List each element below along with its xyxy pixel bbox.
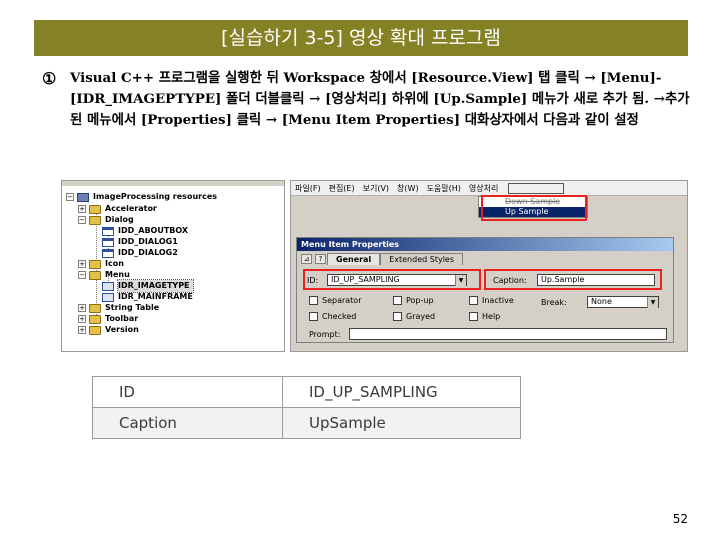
slide-title: [실습하기 3-5] 영상 확대 프로그램 xyxy=(34,20,688,56)
folder-icon xyxy=(89,314,101,324)
grayed-checkbox[interactable] xyxy=(393,312,402,321)
resources-icon xyxy=(77,192,89,202)
menu-help[interactable]: 도움말(H) xyxy=(423,181,465,195)
prompt-label: Prompt: xyxy=(309,329,341,339)
menu-editor-panel: 파일(F) 편집(E) 보기(V) 창(W) 도움말(H) 영상처리 Down … xyxy=(290,180,688,352)
menu-resource-icon xyxy=(102,281,114,291)
expand-icon[interactable]: + xyxy=(78,205,86,213)
checked-checkbox[interactable] xyxy=(309,312,318,321)
check-separator[interactable]: Separator xyxy=(309,296,362,305)
folder-icon xyxy=(89,325,101,335)
dialog-resource-icon xyxy=(102,237,114,247)
menu-edit[interactable]: 편집(E) xyxy=(325,181,359,195)
highlight-caption-field xyxy=(484,269,662,290)
prompt-row: Prompt: xyxy=(309,328,669,340)
tree-item-label: IDD_DIALOG2 xyxy=(118,248,178,257)
tree-root[interactable]: − ImageProcessing resources xyxy=(66,191,217,203)
table-row: Caption UpSample xyxy=(92,407,521,439)
break-select[interactable]: None ▼ xyxy=(587,296,659,308)
menu-window[interactable]: 창(W) xyxy=(393,181,423,195)
dialog-resource-icon xyxy=(102,226,114,236)
check-popup[interactable]: Pop-up xyxy=(393,296,434,305)
folder-icon xyxy=(89,204,101,214)
separator-label: Separator xyxy=(322,296,362,305)
dialog-resource-icon xyxy=(102,248,114,258)
inactive-checkbox[interactable] xyxy=(469,296,478,305)
break-value: None xyxy=(591,297,612,306)
menu-image-processing[interactable]: 영상처리 xyxy=(465,181,502,195)
setting-key: ID xyxy=(92,376,283,408)
expand-icon[interactable]: + xyxy=(78,304,86,312)
dialog-tool-buttons: ⊿ ? xyxy=(301,254,326,264)
tab-extended-styles[interactable]: Extended Styles xyxy=(380,253,464,265)
menu-file[interactable]: 파일(F) xyxy=(291,181,325,195)
folder-icon xyxy=(89,215,101,225)
grayed-label: Grayed xyxy=(406,312,436,321)
expand-icon[interactable]: + xyxy=(78,326,86,334)
step-number: ① xyxy=(42,69,57,88)
setting-key: Caption xyxy=(92,407,283,439)
separator-checkbox[interactable] xyxy=(309,296,318,305)
chevron-down-icon[interactable]: ▼ xyxy=(647,297,658,308)
collapse-icon[interactable]: − xyxy=(78,271,86,279)
tree-root-label: ImageProcessing resources xyxy=(93,192,218,201)
new-menu-placeholder[interactable] xyxy=(508,183,565,194)
instruction-block: ① Visual C++ 프로그램을 실행한 뒤 Workspace 창에서 [… xyxy=(42,68,692,131)
check-checked[interactable]: Checked xyxy=(309,312,356,321)
setting-value: ID_UP_SAMPLING xyxy=(282,376,521,408)
highlight-id-field xyxy=(303,269,481,290)
check-help[interactable]: Help xyxy=(469,312,500,321)
break-row: Break: None ▼ xyxy=(541,296,659,308)
collapse-icon[interactable]: − xyxy=(66,193,74,201)
resource-tree-panel: − ImageProcessing resources + Accelerato… xyxy=(61,180,285,352)
expand-icon[interactable]: + xyxy=(78,315,86,323)
highlight-new-menu-item xyxy=(481,195,587,221)
expand-icon[interactable]: + xyxy=(78,260,86,268)
inactive-label: Inactive xyxy=(482,296,514,305)
menu-editor-menubar: 파일(F) 편집(E) 보기(V) 창(W) 도움말(H) 영상처리 xyxy=(291,181,687,196)
popup-checkbox[interactable] xyxy=(393,296,402,305)
pin-icon[interactable]: ⊿ xyxy=(301,254,312,264)
check-grayed[interactable]: Grayed xyxy=(393,312,435,321)
menu-resource-icon xyxy=(102,292,114,302)
prompt-input[interactable] xyxy=(349,328,667,340)
popup-label: Pop-up xyxy=(406,296,434,305)
property-tabs: General Extended Styles xyxy=(327,253,464,265)
menu-view[interactable]: 보기(V) xyxy=(359,181,393,195)
settings-table: ID ID_UP_SAMPLING Caption UpSample xyxy=(92,376,521,439)
help-icon[interactable]: ? xyxy=(315,254,326,264)
folder-icon xyxy=(89,303,101,313)
tree-item-label: Version xyxy=(105,325,139,334)
table-row: ID ID_UP_SAMPLING xyxy=(92,376,521,408)
break-label: Break: xyxy=(541,297,567,307)
tab-general[interactable]: General xyxy=(327,253,381,265)
help-label: Help xyxy=(482,312,501,321)
checked-label: Checked xyxy=(322,312,357,321)
menu-item-properties-dialog: Menu Item Properties ⊿ ? General Extende… xyxy=(296,237,674,343)
help-checkbox[interactable] xyxy=(469,312,478,321)
tree-item-version[interactable]: + Version xyxy=(78,324,139,336)
folder-icon xyxy=(89,259,101,269)
folder-icon xyxy=(89,270,101,280)
dialog-title: Menu Item Properties xyxy=(297,238,673,251)
tree-panel-header xyxy=(62,181,284,186)
instruction-text: Visual C++ 프로그램을 실행한 뒤 Workspace 창에서 [Re… xyxy=(70,70,690,128)
check-inactive[interactable]: Inactive xyxy=(469,296,514,305)
collapse-icon[interactable]: − xyxy=(78,216,86,224)
setting-value: UpSample xyxy=(282,407,521,439)
page-number: 52 xyxy=(672,512,688,526)
